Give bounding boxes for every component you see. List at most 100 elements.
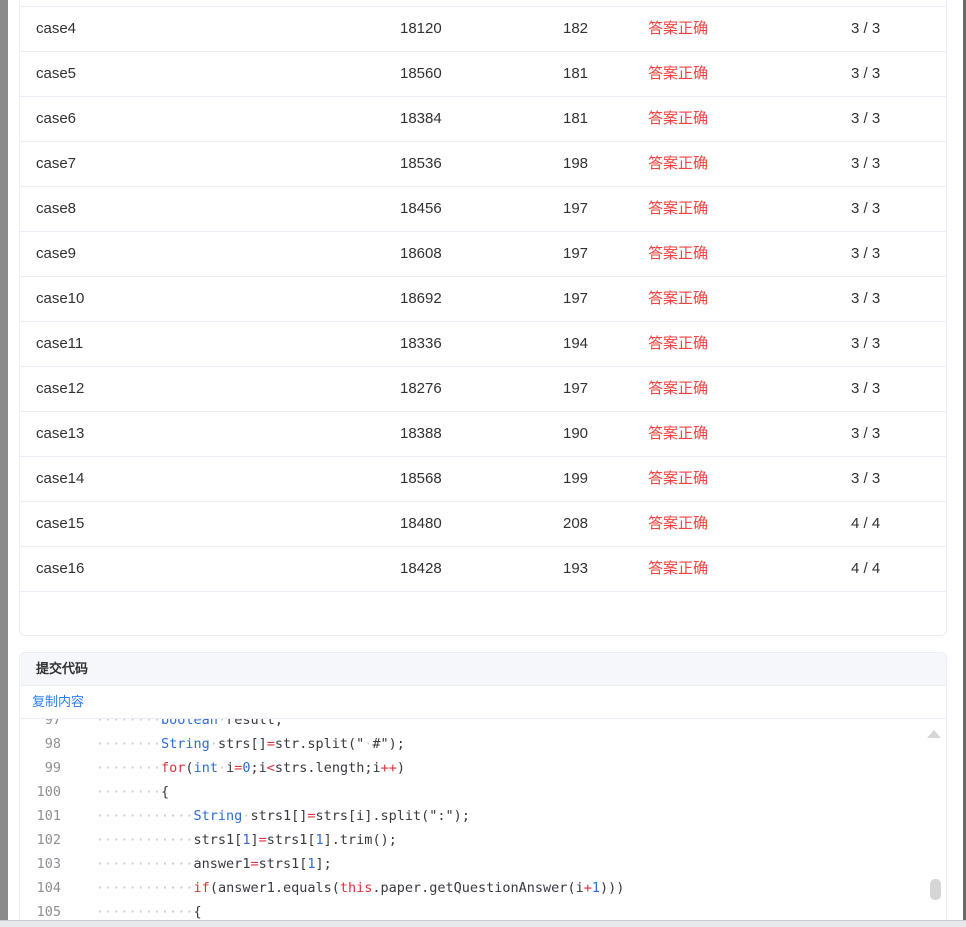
score-cell: 3 / 3 [851,200,881,217]
whitespace-marker: ············ [96,904,194,920]
code-token: answer1 [193,856,251,872]
time-cell: 18428 [400,560,442,577]
score-cell: 4 / 4 [851,515,881,532]
case-name: case11 [36,335,84,352]
code-text: ············strs1[1]=strs1[1].trim(); [96,828,397,852]
table-row: case13 18388 190 答案正确 3 / 3 [20,411,946,457]
code-text: ············String·strs1[]=strs[i].split… [96,804,470,828]
code-token: < [266,760,275,776]
code-token: for [161,760,186,776]
code-token: ))) [599,880,625,896]
whitespace-marker: ············ [96,832,194,848]
code-token: (answer1.equals( [209,880,340,896]
score-cell: 3 / 3 [851,335,881,352]
score-cell: 3 / 3 [851,425,881,442]
code-token: = [307,808,316,824]
score-cell: 3 / 3 [851,65,881,82]
case-name: case9 [36,245,77,262]
time-cell: 18276 [400,380,442,397]
whitespace-marker: ········ [96,719,162,728]
code-token: · [217,760,227,776]
code-token: ].trim(); [323,832,397,848]
memory-cell: 197 [563,380,589,397]
status-cell: 答案正确 [648,245,709,262]
score-cell: 3 / 3 [851,470,881,487]
code-token: { [161,784,170,800]
case-name: case4 [36,20,77,37]
code-token: = [266,736,275,752]
code-token: String [161,736,210,752]
line-number: 104 [36,880,61,896]
memory-cell: 197 [563,200,589,217]
time-cell: 18536 [400,155,442,172]
memory-cell: 181 [563,65,589,82]
code-token: ( [185,760,194,776]
case-name: case5 [36,65,77,82]
code-token: strs1[ [193,832,243,848]
table-row: case11 18336 194 答案正确 3 / 3 [20,321,946,367]
code-token: strs1[ [266,832,316,848]
table-row: case10 18692 197 答案正确 3 / 3 [20,276,946,322]
time-cell: 18388 [400,425,442,442]
code-text: ············if(answer1.equals(this.paper… [96,876,624,900]
code-token: ) [396,760,405,776]
code-panel-title: 提交代码 [20,653,946,686]
status-cell: 答案正确 [648,200,709,217]
case-name: case12 [36,380,85,397]
memory-cell: 181 [563,110,589,127]
case-name: case16 [36,560,85,577]
status-cell: 答案正确 [648,425,709,442]
table-row: case4 18120 182 答案正确 3 / 3 [20,6,946,52]
code-text: ········for(int·i=0;i<strs.length;i++) [96,756,405,780]
test-results-table: case318416183答案正确3 / 3case418120182答案正确3… [19,0,947,636]
line-number: 100 [36,784,61,800]
table-row: case15 18480 208 答案正确 4 / 4 [20,501,946,547]
table-row: case5 18560 181 答案正确 3 / 3 [20,51,946,97]
status-cell: 答案正确 [648,155,709,172]
whitespace-marker: ············ [96,880,194,896]
code-token: .paper.getQuestionAnswer(i [372,880,584,896]
code-token: + [583,880,592,896]
vertical-scrollbar-thumb[interactable] [930,879,941,900]
time-cell: 18456 [400,200,442,217]
copy-content-link[interactable]: 复制内容 [32,694,84,709]
case-name: case14 [36,470,85,487]
code-token: 1 [591,880,600,896]
submitted-code-panel: 提交代码 复制内容 97 ········boolean·result; 98 ···… [19,652,947,925]
status-cell: 答案正确 [648,110,709,127]
status-cell: 答案正确 [648,560,709,577]
memory-cell: 198 [563,155,589,172]
time-cell: 18336 [400,335,442,352]
code-token: strs[] [217,736,267,752]
code-text: ············answer1=strs1[1]; [96,852,332,876]
score-cell: 3 / 3 [851,380,881,397]
case-name: case15 [36,515,85,532]
code-token: 0 [242,760,251,776]
memory-cell: 208 [563,515,589,532]
score-cell: 3 / 3 [851,110,881,127]
background-window-edge [0,0,8,926]
table-row: case12 18276 197 答案正确 3 / 3 [20,366,946,412]
score-cell: 3 / 3 [851,155,881,172]
code-viewer[interactable]: 97 ········boolean·result; 98 ········Strin… [20,719,946,925]
time-cell: 18568 [400,470,442,487]
case-name: case7 [36,155,77,172]
code-token: ;i [250,760,267,776]
memory-cell: 194 [563,335,589,352]
status-cell: 答案正确 [648,290,709,307]
case-name: case13 [36,425,85,442]
memory-cell: 193 [563,560,589,577]
time-cell: 18608 [400,245,442,262]
whitespace-marker: ········ [96,784,162,800]
status-cell: 答案正确 [648,20,709,37]
whitespace-marker: ············ [96,808,194,824]
table-row: case6 18384 181 答案正确 3 / 3 [20,96,946,142]
code-token: boolean [161,719,218,728]
time-cell: 18120 [400,20,442,37]
scroll-up-arrow-icon[interactable] [927,730,941,738]
code-token: strs1[ [258,856,308,872]
memory-cell: 197 [563,290,589,307]
line-number: 102 [36,832,61,848]
table-row: case9 18608 197 答案正确 3 / 3 [20,231,946,277]
status-cell: 答案正确 [648,515,709,532]
